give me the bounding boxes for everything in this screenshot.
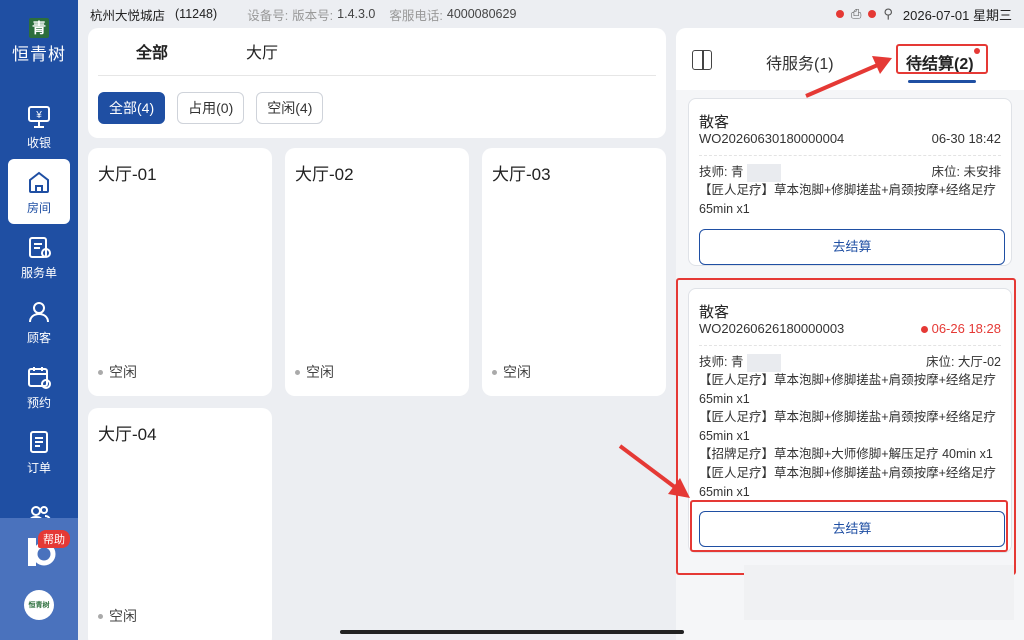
calendar-icon — [28, 366, 51, 389]
sidebar-nav: ¥ 收银 房间 服务单 顾客 预约 订单 — [0, 94, 78, 549]
sidebar-item-label: 预约 — [26, 395, 51, 410]
store-id: (11248) — [175, 7, 218, 21]
cashier-icon: ¥ — [28, 105, 50, 128]
room-name: 大厅-03 — [492, 165, 551, 184]
order-technician: 技师: 青 — [699, 161, 782, 182]
sidebar-item-label: 服务单 — [20, 265, 57, 280]
sidebar-item-label: 顾客 — [26, 330, 51, 345]
avatar[interactable]: 恒青树 — [24, 590, 54, 620]
phone-label: 客服电话: — [389, 8, 443, 23]
help-badge[interactable]: 帮助 — [38, 530, 70, 548]
room-card[interactable]: 大厅-03 空闲 — [482, 148, 666, 396]
sidebar-item-orders[interactable]: 订单 — [0, 419, 78, 484]
service-order-icon — [29, 236, 51, 258]
version-label: 版本号: — [292, 8, 334, 23]
highlight-box-button — [690, 500, 1008, 552]
mic-off-icon: ⚲ — [883, 6, 893, 21]
filter-all-chip[interactable]: 全部(4) — [98, 92, 166, 124]
status-dot — [492, 369, 497, 375]
app-logo: 青 恒青树 — [0, 18, 78, 65]
highlight-box-tab — [896, 44, 988, 74]
svg-text:¥: ¥ — [35, 110, 42, 121]
room-card[interactable]: 大厅-01 空闲 — [88, 148, 272, 396]
status-bar: 杭州大悦城店 (11248) 设备号: 版本号: 1.4.3.0 客服电话: 4… — [78, 0, 1024, 28]
room-status-text: 空闲 — [109, 608, 137, 624]
device-label: 设备号: — [247, 8, 289, 23]
bed-value: 未安排 — [963, 165, 1001, 179]
customer-icon — [29, 301, 49, 322]
datetime: 2026-07-01 星期三 — [902, 7, 1012, 23]
home-icon — [29, 171, 49, 193]
sidebar: 青 恒青树 ¥ 收银 房间 服务单 顾客 预约 订单 帮助 恒青树 — [0, 0, 78, 640]
logo-mark: 青 — [29, 18, 49, 38]
room-status: 空闲 — [492, 362, 531, 382]
room-status-text: 空闲 — [503, 364, 531, 380]
room-name: 大厅-04 — [98, 425, 157, 444]
sidebar-item-customers[interactable]: 顾客 — [0, 289, 78, 354]
room-status-text: 空闲 — [306, 364, 334, 380]
sidebar-item-cashier[interactable]: ¥ 收银 — [0, 94, 78, 159]
sidebar-item-label: 收银 — [26, 135, 51, 150]
phone-value: 4000080629 — [446, 7, 517, 21]
status-filter: 全部(4) 占用(0) 空闲(4) — [98, 92, 335, 124]
room-status: 空闲 — [98, 362, 137, 382]
sidebar-item-label: 房间 — [26, 200, 51, 215]
tab-hall[interactable]: 大厅 — [246, 28, 278, 76]
sidebar-item-service-orders[interactable]: 服务单 — [0, 224, 78, 289]
alert-dot — [835, 10, 844, 18]
room-name: 大厅-02 — [295, 165, 354, 184]
technician-label: 技师: — [699, 165, 728, 179]
order-customer: 散客 — [699, 114, 730, 131]
area-tabs: 全部 大厅 — [98, 28, 656, 76]
sidebar-footer: 帮助 恒青树 — [0, 518, 78, 640]
room-status-text: 空闲 — [109, 364, 137, 380]
order-item: 【匠人足疗】草本泡脚+修脚搓盐+肩颈按摩+经络足疗 65min x1 — [699, 183, 996, 216]
home-indicator[interactable] — [340, 630, 684, 634]
sidebar-item-appointments[interactable]: 预约 — [0, 354, 78, 419]
status-dot — [98, 369, 103, 375]
order-icon — [30, 430, 48, 453]
order-time: 06-30 18:42 — [931, 131, 1001, 146]
logo-text: 恒青树 — [12, 45, 66, 64]
technician-name: 青 — [730, 165, 744, 179]
room-status: 空闲 — [98, 606, 137, 626]
divider — [699, 155, 1001, 156]
printer-off-icon: ⎙ — [850, 6, 862, 21]
checkout-button[interactable]: 去结算 — [699, 229, 1005, 265]
active-tab-indicator — [908, 80, 976, 83]
sidebar-item-label: 订单 — [26, 460, 51, 475]
filter-free-chip[interactable]: 空闲(4) — [256, 92, 324, 124]
filter-occupied-chip[interactable]: 占用(0) — [177, 92, 245, 124]
tab-pending-service[interactable]: 待服务(1) — [766, 50, 834, 74]
order-bed: 床位: 未安排 — [932, 161, 1001, 180]
room-name: 大厅-01 — [98, 165, 157, 184]
room-status: 空闲 — [295, 362, 334, 382]
filter-card: 全部 大厅 全部(4) 占用(0) 空闲(4) — [88, 28, 666, 138]
room-card[interactable]: 大厅-04 空闲 — [88, 408, 272, 640]
room-card[interactable]: 大厅-02 空闲 — [285, 148, 469, 396]
order-items: 【匠人足疗】草本泡脚+修脚搓盐+肩颈按摩+经络足疗 65min x1 — [699, 181, 999, 218]
status-dot — [98, 613, 103, 619]
blurred-region — [744, 565, 1014, 620]
store-name: 杭州大悦城店 — [90, 8, 166, 23]
redacted-name — [747, 163, 782, 182]
alert-dot — [868, 10, 877, 18]
version-value: 1.4.3.0 — [337, 7, 376, 21]
tab-all[interactable]: 全部 — [136, 28, 168, 76]
sidebar-item-rooms[interactable]: 房间 — [8, 159, 70, 224]
collapse-panel-icon[interactable] — [692, 50, 712, 70]
bed-label: 床位: — [931, 165, 960, 179]
order-number: WO20260630180000004 — [699, 131, 845, 146]
order-card[interactable]: 散客 WO20260630180000004 06-30 18:42 技师: 青… — [688, 98, 1012, 266]
status-dot — [295, 369, 300, 375]
status-indicators: ⎙ ⚲ 2026-07-01 星期三 — [833, 0, 1012, 28]
